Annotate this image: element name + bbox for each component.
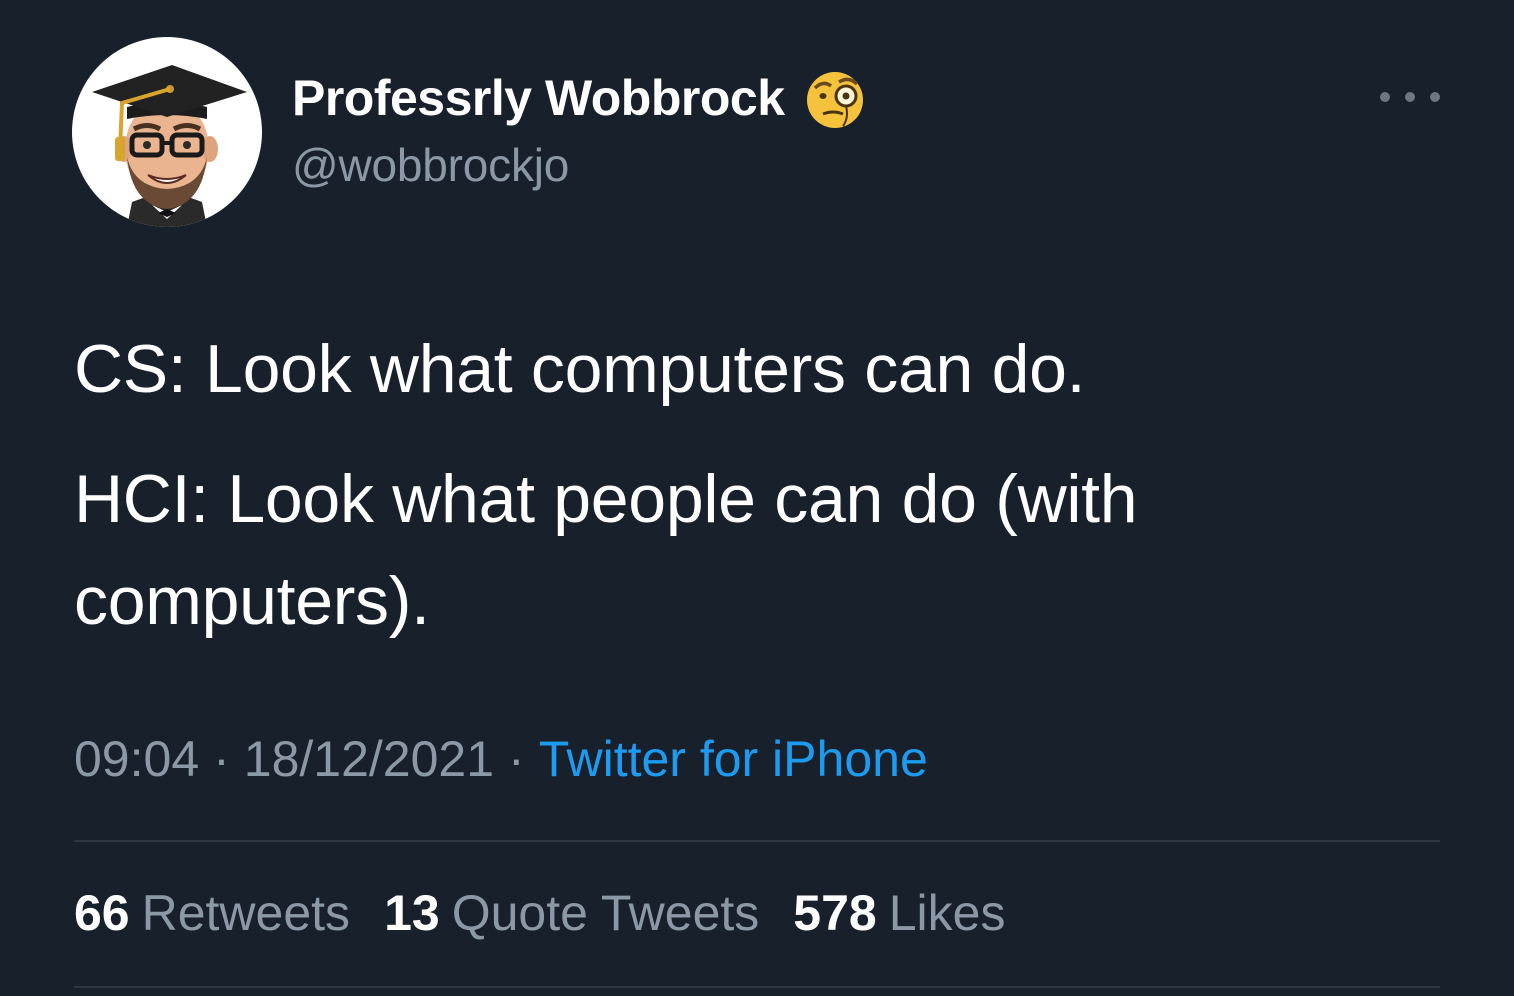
likes-label: Likes	[888, 885, 1006, 941]
meta-separator: ·	[213, 731, 230, 787]
engagement-stats: 66 Retweets 13 Quote Tweets 578 Likes	[74, 884, 1039, 942]
divider-bottom	[74, 986, 1440, 988]
display-name-row: Professrly Wobbrock	[292, 68, 867, 128]
tweet-line-cs: CS: Look what computers can do.	[74, 331, 1086, 407]
tweet-text: CS: Look what computers can do. HCI: Loo…	[74, 318, 1414, 652]
tweet-date[interactable]: 18/12/2021	[244, 731, 494, 787]
retweets-label: Retweets	[141, 885, 351, 941]
quote-tweets-count: 13	[384, 885, 440, 941]
bitmoji-avatar-image	[92, 65, 247, 227]
more-options-button[interactable]	[1380, 84, 1440, 110]
retweets-count: 66	[74, 885, 130, 941]
divider	[74, 840, 1440, 842]
meta-separator-2: ·	[508, 731, 525, 787]
user-handle[interactable]: @wobbrockjo	[292, 138, 569, 192]
more-horizontal-icon-dot	[1430, 92, 1440, 102]
tweet-source-link[interactable]: Twitter for iPhone	[539, 731, 928, 787]
likes-stat[interactable]: 578 Likes	[793, 884, 1005, 942]
tweet-line-hci: HCI: Look what people can do (with compu…	[74, 461, 1138, 639]
tweet-card: Professrly Wobbrock @wobbrockjo CS: Look…	[0, 0, 1514, 996]
tweet-time[interactable]: 09:04	[74, 731, 199, 787]
retweets-stat[interactable]: 66 Retweets	[74, 884, 350, 942]
quote-tweets-label: Quote Tweets	[451, 885, 760, 941]
likes-count: 578	[793, 885, 877, 941]
display-name[interactable]: Professrly Wobbrock	[292, 69, 785, 127]
more-horizontal-icon	[1380, 92, 1390, 102]
more-horizontal-icon-dot	[1405, 92, 1415, 102]
tweet-metadata: 09:04 · 18/12/2021 · Twitter for iPhone	[74, 730, 928, 788]
quote-tweets-stat[interactable]: 13 Quote Tweets	[384, 884, 759, 942]
avatar[interactable]	[72, 37, 262, 227]
face-with-monocle-icon	[806, 72, 863, 128]
